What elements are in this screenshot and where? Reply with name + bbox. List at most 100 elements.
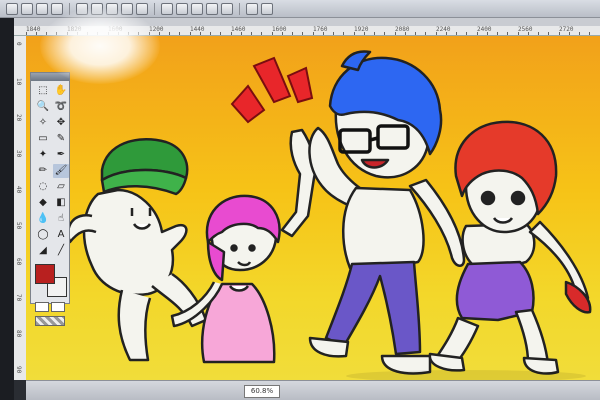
ruler-tick [46,32,47,35]
ruler-tick [149,32,150,35]
ruler-tick [446,32,447,35]
open-icon[interactable] [21,2,33,15]
ruler-tick [405,32,406,35]
rect-select-icon[interactable]: ▭ [35,132,51,146]
ruler-tick-label: 2400 [477,26,492,33]
ruler-icon[interactable] [246,2,258,15]
layer-icon[interactable] [161,2,173,15]
paste-icon[interactable] [106,2,118,15]
ruler-tick [67,32,68,35]
dodge-icon[interactable]: ◯ [35,228,51,242]
brush-icon[interactable] [191,2,203,15]
toolbar-separator [239,2,240,15]
pen-icon[interactable]: ✒ [53,148,69,162]
ruler-tick [77,32,78,35]
ruler-tick-label: 1820 [67,26,82,33]
ruler-tick [579,32,580,35]
airbrush-icon[interactable]: ◌ [35,180,51,194]
ruler-tick [456,32,457,35]
save-icon[interactable] [36,2,48,15]
fill-icon[interactable]: ◆ [35,196,51,210]
new-file-icon[interactable] [6,2,18,15]
line-icon[interactable]: ╱ [53,244,69,258]
help-icon[interactable] [261,2,273,15]
ruler-tick [436,32,437,35]
move-icon[interactable]: ✥ [53,116,69,130]
app-toolbar [0,0,600,18]
zoom-level[interactable]: 60.8% [244,385,280,398]
ruler-tick-label: 90 [15,366,22,374]
horizontal-ruler[interactable]: 1840 1820 1600 1200 1440 1460 1600 1760 1920 2080… [14,26,600,36]
zoom-icon[interactable]: 🔍 [35,100,51,114]
palette-titlebar[interactable] [31,73,69,81]
ruler-tick [118,32,119,35]
select-icon[interactable] [176,2,188,15]
ruler-tick [538,32,539,35]
hand-icon[interactable]: ✋ [53,84,69,98]
ruler-tick [528,32,529,35]
ruler-tick-label: 2080 [395,26,410,33]
ruler-tick-label: 2240 [436,26,451,33]
ruler-tick [272,32,273,35]
wand-icon[interactable]: ✦ [35,148,51,162]
ruler-tick-label: 1440 [190,26,205,33]
text-icon[interactable]: A [53,228,69,242]
ruler-tick-label: 70 [15,294,22,302]
pencil-icon[interactable]: ✏ [35,164,51,178]
gradient-icon[interactable]: ◧ [53,196,69,210]
ruler-tick [220,32,221,35]
copy-icon[interactable] [91,2,103,15]
magic-wand-icon[interactable]: ✧ [35,116,51,130]
cut-icon[interactable] [76,2,88,15]
tool-palette: ⬚ ✋ 🔍 ➰ ✧ ✥ ▭ ✎ ✦ ✒ ✏ 🖌 ◌ ▱ ◆ ◧ 💧 ☝ ◯ A ◢ ╱ [30,72,70,326]
ruler-tick [128,32,129,35]
mask-mode [35,302,69,312]
undo-icon[interactable] [121,2,133,15]
ruler-tick [292,32,293,35]
ruler-tick [323,32,324,35]
eyedropper-icon[interactable]: ✎ [53,132,69,146]
ruler-tick [466,32,467,35]
toolbar-separator [69,2,70,15]
ruler-tick [179,32,180,35]
foreground-color-swatch[interactable] [35,264,55,284]
smudge-icon[interactable]: ☝ [53,212,69,226]
monitor-bezel [0,18,14,400]
ruler-tick [190,32,191,35]
brush-icon[interactable]: 🖌 [53,164,69,178]
ruler-tick [374,32,375,35]
toolbar-separator [154,2,155,15]
ruler-tick-label: 80 [15,330,22,338]
blur-icon[interactable]: 💧 [35,212,51,226]
lasso-icon[interactable]: ➰ [53,100,69,114]
ruler-tick [395,32,396,35]
ruler-tick-label: 20 [15,114,22,122]
standard-mode-icon[interactable] [35,302,49,312]
eraser-icon[interactable] [206,2,218,15]
color-swatches [35,264,67,298]
ruler-tick [241,32,242,35]
fill-icon[interactable] [221,2,233,15]
ruler-tick [302,32,303,35]
pink-haired-girl [170,128,317,364]
ruler-tick-label: 1600 [272,26,287,33]
marquee-icon[interactable]: ⬚ [35,84,51,98]
ruler-tick-label: 50 [15,222,22,230]
ruler-tick [313,32,314,35]
ruler-tick [548,32,549,35]
redo-icon[interactable] [136,2,148,15]
ruler-tick [210,32,211,35]
shape-icon[interactable]: ◢ [35,244,51,258]
ruler-tick [138,32,139,35]
drawing-canvas[interactable] [26,36,600,380]
ruler-tick [477,32,478,35]
ruler-tick-label: 1200 [149,26,164,33]
ruler-tick [333,32,334,35]
screen-mode-icon[interactable] [35,316,65,326]
print-icon[interactable] [51,2,63,15]
quick-mask-icon[interactable] [51,302,65,312]
ruler-tick [425,32,426,35]
ruler-tick [507,32,508,35]
eraser-icon[interactable]: ▱ [53,180,69,194]
ruler-tick-label: 30 [15,150,22,158]
